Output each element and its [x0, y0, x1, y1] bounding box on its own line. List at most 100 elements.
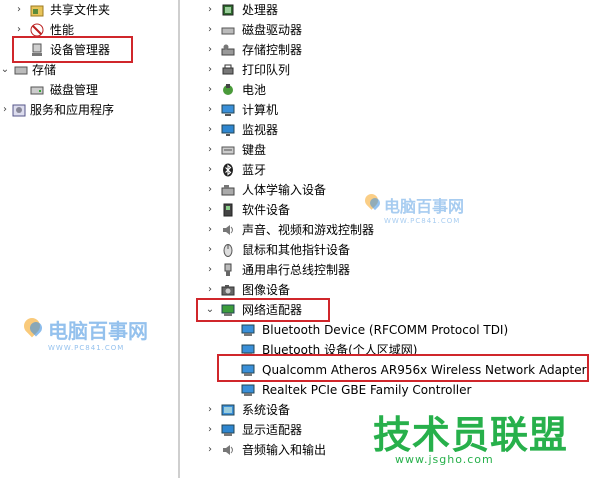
- tree-item-performance[interactable]: › 性能: [0, 20, 178, 40]
- device-category-label: 电池: [242, 83, 267, 97]
- imaging-icon: [221, 285, 235, 296]
- network-adapter-icon: [241, 344, 255, 356]
- expand-chevron-icon[interactable]: ›: [205, 400, 215, 420]
- software-device-icon: [223, 203, 233, 217]
- tree-item-label: 磁盘管理: [50, 83, 99, 97]
- shared-folder-icon: [30, 5, 44, 17]
- battery-icon: [223, 84, 233, 95]
- hid-icon: [221, 185, 235, 196]
- device-category-processor[interactable]: › 处理器: [181, 0, 601, 20]
- expand-chevron-icon[interactable]: ›: [205, 280, 215, 300]
- expand-chevron-icon[interactable]: ›: [205, 20, 215, 40]
- device-tree-pane: › 处理器 › 磁盘驱动器 › 存储控制器 › 打印队列 › 电池 › 计算机 …: [181, 0, 601, 478]
- network-device-label: Realtek PCIe GBE Family Controller: [262, 383, 472, 397]
- device-category-print-queues[interactable]: › 打印队列: [181, 60, 601, 80]
- tree-item-disk-management[interactable]: 磁盘管理: [0, 80, 178, 100]
- disk-management-icon: [30, 86, 44, 95]
- watermark-logo: [20, 314, 45, 338]
- network-device-bt-pan[interactable]: Bluetooth 设备(个人区域网): [181, 340, 601, 360]
- computer-icon: [221, 104, 235, 116]
- network-device-label: Bluetooth Device (RFCOMM Protocol TDI): [262, 323, 509, 337]
- network-adapter-icon: [241, 324, 255, 336]
- storage-controller-icon: [221, 44, 235, 56]
- keyboard-icon: [221, 146, 235, 155]
- device-category-mice[interactable]: › 鼠标和其他指针设备: [181, 240, 601, 260]
- device-category-monitors[interactable]: › 监视器: [181, 120, 601, 140]
- collapse-chevron-icon[interactable]: ⌄: [205, 300, 215, 320]
- device-category-label: 计算机: [242, 103, 279, 117]
- watermark-brand-text: 电脑百事网: [384, 197, 465, 216]
- network-device-qualcomm-wireless[interactable]: Qualcomm Atheros AR956x Wireless Network…: [181, 360, 601, 380]
- device-category-computer[interactable]: › 计算机: [181, 100, 601, 120]
- device-category-label: 系统设备: [242, 403, 291, 417]
- device-category-label: 处理器: [242, 3, 279, 17]
- expand-chevron-icon[interactable]: ›: [205, 100, 215, 120]
- expand-chevron-icon[interactable]: ›: [205, 420, 215, 440]
- expand-chevron-icon[interactable]: ›: [14, 20, 24, 40]
- device-category-label: 通用串行总线控制器: [242, 263, 351, 277]
- display-adapter-icon: [221, 424, 235, 436]
- network-adapter-icon: [221, 304, 235, 316]
- processor-icon: [222, 4, 234, 16]
- device-category-label: 网络适配器: [242, 303, 303, 317]
- disk-drive-icon: [221, 27, 235, 35]
- tree-item-label: 服务和应用程序: [30, 103, 115, 117]
- device-category-label: 软件设备: [242, 203, 291, 217]
- watermark-url: WWW.PC841.COM: [48, 344, 125, 352]
- usb-icon: [224, 263, 232, 276]
- device-category-label: 人体学输入设备: [242, 183, 327, 197]
- device-category-label: 鼠标和其他指针设备: [242, 243, 351, 257]
- device-category-label: 键盘: [242, 143, 267, 157]
- tree-item-device-manager[interactable]: 设备管理器: [0, 40, 178, 60]
- expand-chevron-icon[interactable]: ›: [205, 40, 215, 60]
- expand-chevron-icon[interactable]: ›: [205, 180, 215, 200]
- network-device-realtek[interactable]: Realtek PCIe GBE Family Controller: [181, 380, 601, 400]
- device-category-network-adapters[interactable]: ⌄ 网络适配器: [181, 300, 601, 320]
- watermark-brand-jsgho: 技术员联盟: [373, 413, 569, 457]
- network-device-bt-rfcomm[interactable]: Bluetooth Device (RFCOMM Protocol TDI): [181, 320, 601, 340]
- network-device-label: Bluetooth 设备(个人区域网): [262, 343, 418, 357]
- expand-chevron-icon[interactable]: ›: [205, 160, 215, 180]
- tree-item-services-apps[interactable]: › 服务和应用程序: [0, 100, 178, 120]
- tree-item-storage[interactable]: ⌄ 存储: [0, 60, 178, 80]
- watermark-brand: 电脑百事网 WWW.PC841.COM: [48, 315, 148, 352]
- expand-chevron-icon[interactable]: ›: [205, 220, 215, 240]
- device-category-disk-drives[interactable]: › 磁盘驱动器: [181, 20, 601, 40]
- tree-item-label: 共享文件夹: [50, 3, 111, 17]
- collapse-chevron-icon[interactable]: ⌄: [0, 60, 10, 80]
- expand-chevron-icon[interactable]: ›: [205, 440, 215, 460]
- bluetooth-icon: [223, 163, 233, 177]
- pane-splitter[interactable]: [178, 0, 180, 478]
- console-tree-pane: › 共享文件夹 › 性能 设备管理器 ⌄ 存储 磁盘管理 › 服务和应用程序 电…: [0, 0, 178, 478]
- expand-chevron-icon[interactable]: ›: [0, 100, 10, 120]
- network-device-label: Qualcomm Atheros AR956x Wireless Network…: [262, 363, 587, 377]
- watermark-url-jsgho: www.jsgho.com: [395, 453, 494, 466]
- watermark-brand-text: 电脑百事网: [48, 319, 148, 343]
- device-category-bluetooth[interactable]: › 蓝牙: [181, 160, 601, 180]
- device-manager-icon: [32, 43, 42, 56]
- expand-chevron-icon[interactable]: ›: [205, 240, 215, 260]
- device-category-label: 蓝牙: [242, 163, 267, 177]
- mouse-icon: [223, 244, 233, 257]
- expand-chevron-icon[interactable]: ›: [205, 60, 215, 80]
- watermark-logo: [362, 191, 383, 211]
- device-category-label: 声音、视频和游戏控制器: [242, 223, 375, 237]
- device-category-label: 存储控制器: [242, 43, 303, 57]
- device-category-storage-controllers[interactable]: › 存储控制器: [181, 40, 601, 60]
- system-device-icon: [221, 404, 235, 416]
- expand-chevron-icon[interactable]: ›: [205, 200, 215, 220]
- device-category-batteries[interactable]: › 电池: [181, 80, 601, 100]
- expand-chevron-icon[interactable]: ›: [205, 0, 215, 20]
- watermark-brand: 电脑百事网 WWW.PC841.COM: [384, 193, 464, 225]
- device-category-keyboards[interactable]: › 键盘: [181, 140, 601, 160]
- device-category-usb[interactable]: › 通用串行总线控制器: [181, 260, 601, 280]
- expand-chevron-icon[interactable]: ›: [205, 260, 215, 280]
- expand-chevron-icon[interactable]: ›: [205, 80, 215, 100]
- network-adapter-icon: [241, 364, 255, 376]
- tree-item-shared-folders[interactable]: › 共享文件夹: [0, 0, 178, 20]
- expand-chevron-icon[interactable]: ›: [205, 140, 215, 160]
- expand-chevron-icon[interactable]: ›: [205, 120, 215, 140]
- network-adapter-icon: [241, 384, 255, 396]
- expand-chevron-icon[interactable]: ›: [14, 0, 24, 20]
- device-category-imaging[interactable]: › 图像设备: [181, 280, 601, 300]
